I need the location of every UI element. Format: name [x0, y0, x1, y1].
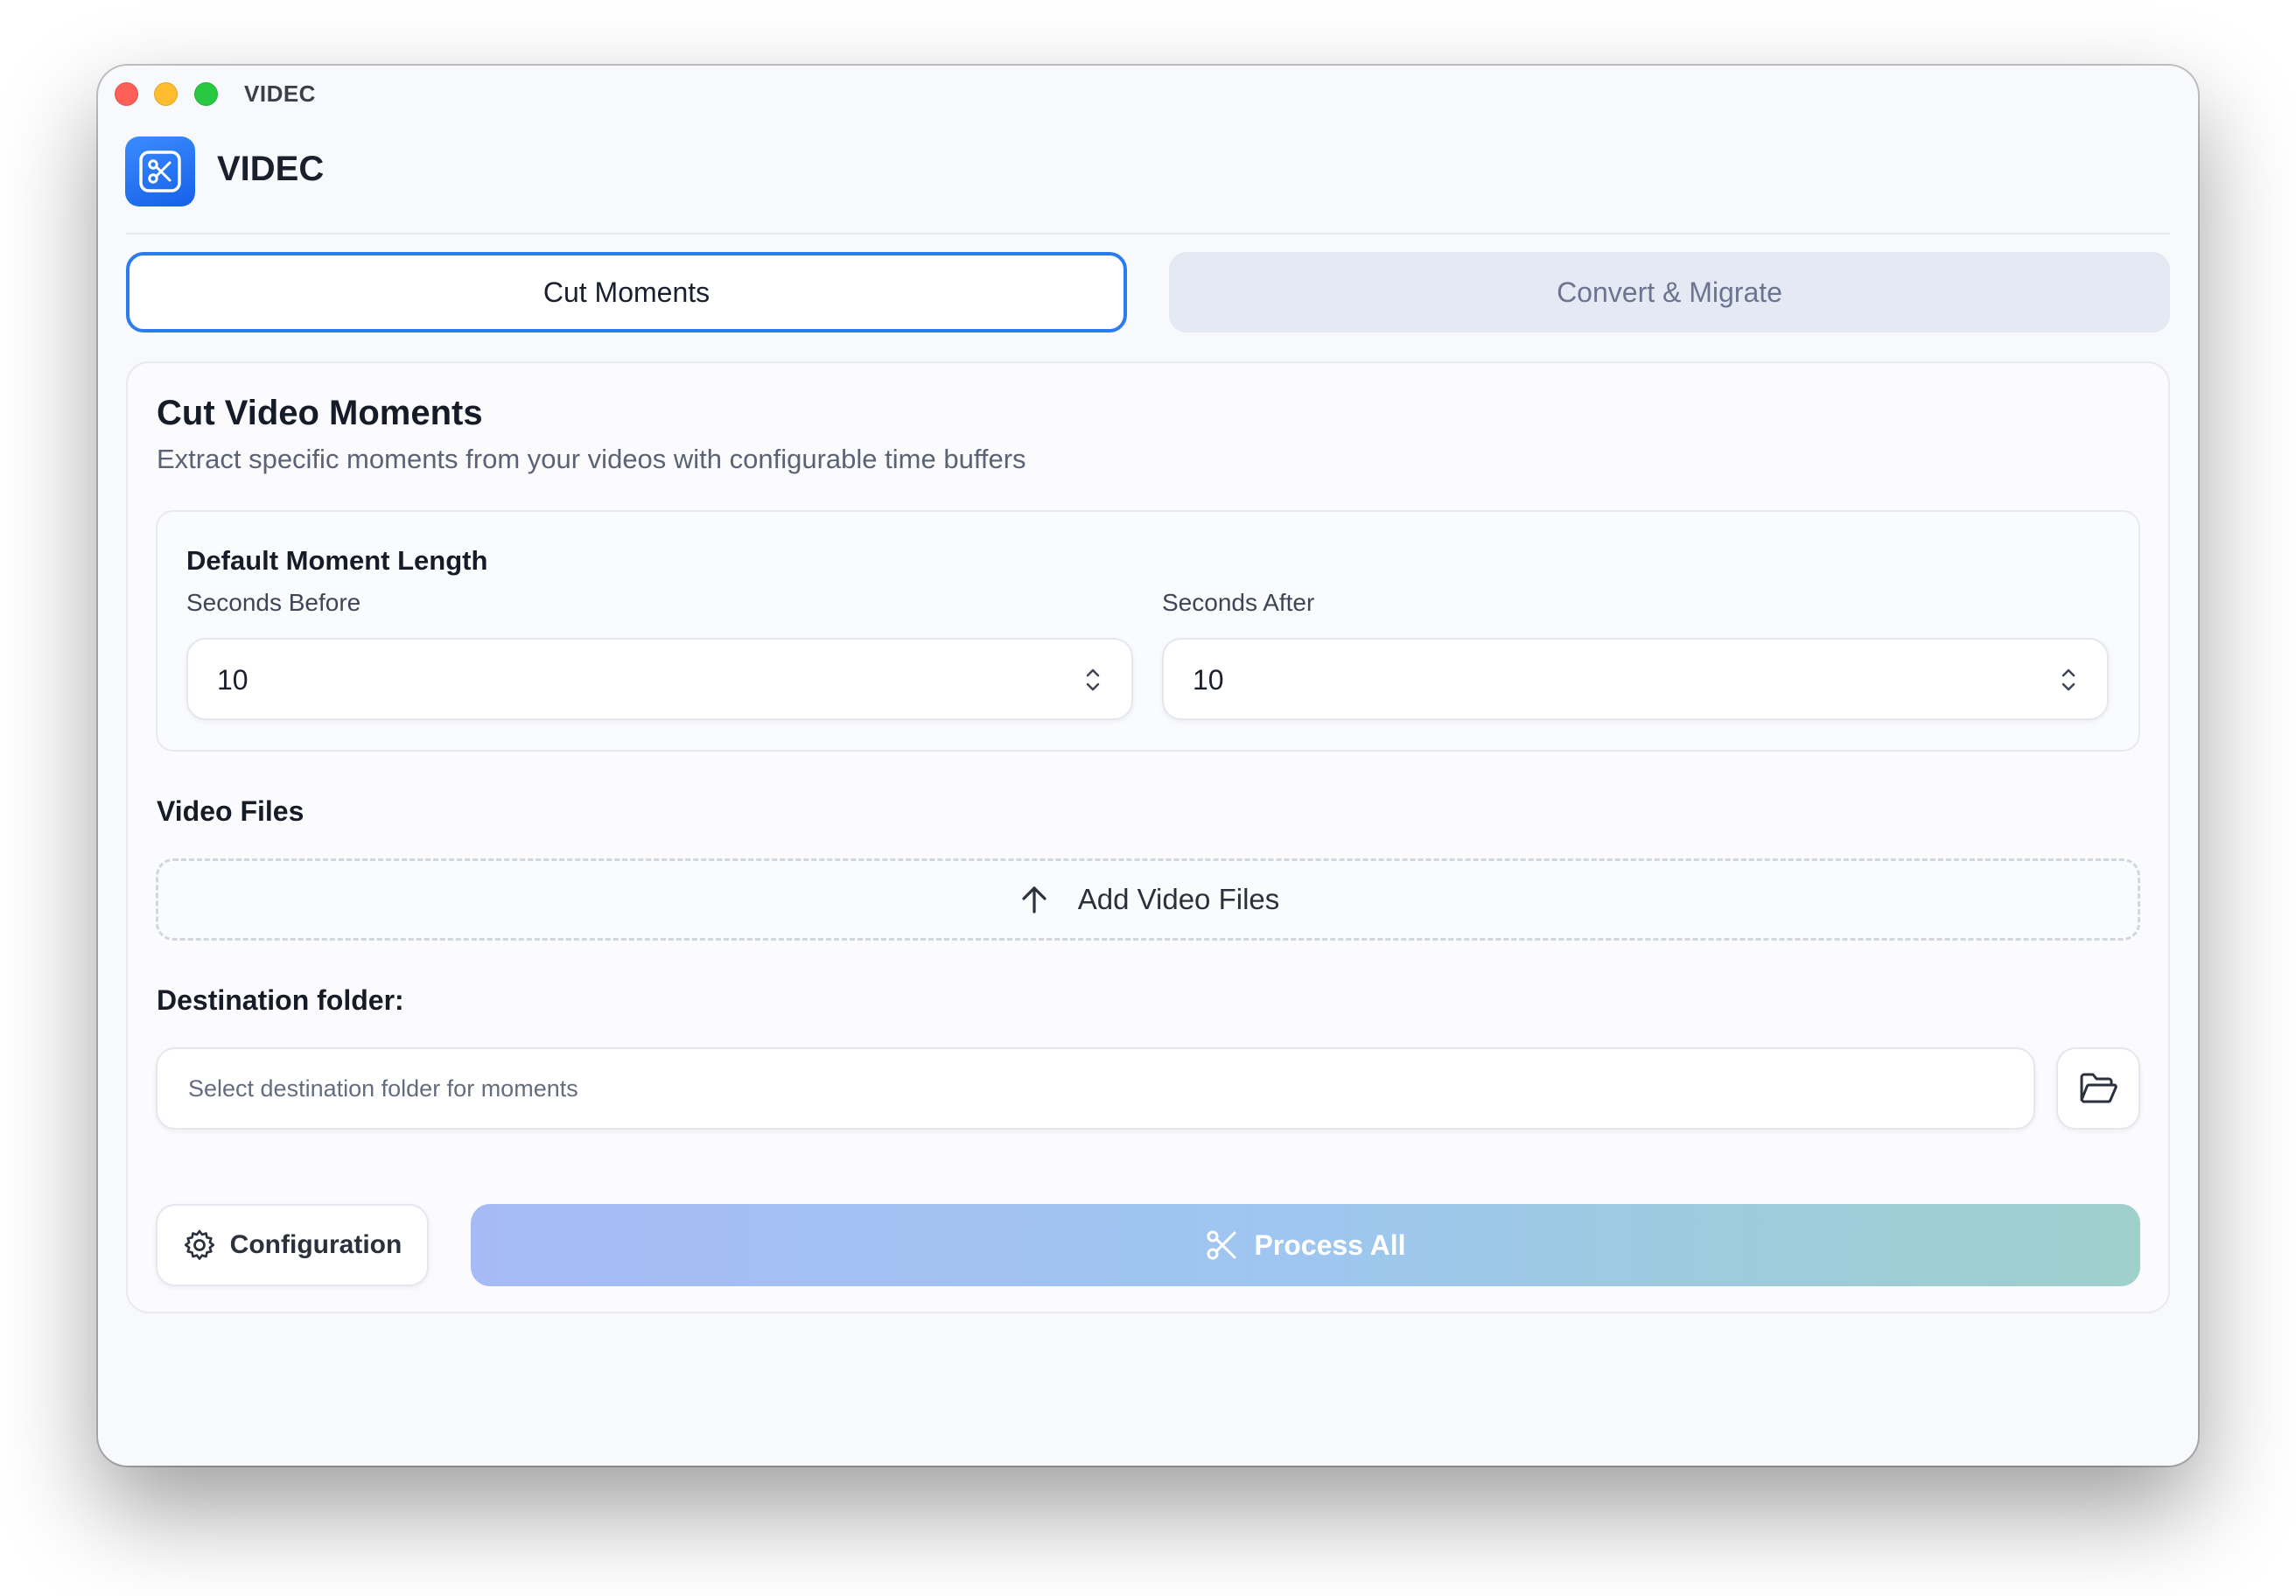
destination-folder-input[interactable]: Select destination folder for moments	[156, 1047, 2035, 1130]
window-title: VIDEC	[244, 80, 316, 107]
seconds-before-label: Seconds Before	[186, 589, 361, 616]
settings-title: Default Moment Length	[186, 545, 488, 576]
app-title: VIDEC	[217, 150, 325, 188]
tab-cut-moments[interactable]: Cut Moments	[126, 252, 1127, 332]
moment-length-settings: Default Moment Length Seconds Before Sec…	[156, 510, 2140, 752]
header-divider	[126, 233, 2170, 234]
seconds-after-label: Seconds After	[1162, 589, 1315, 616]
minimize-window-button[interactable]	[154, 82, 178, 106]
process-all-label: Process All	[1254, 1228, 1406, 1261]
zoom-window-button[interactable]	[194, 82, 218, 106]
process-all-button[interactable]: Process All	[471, 1204, 2140, 1286]
add-video-files-label: Add Video Files	[1077, 883, 1280, 915]
browse-folder-button[interactable]	[2056, 1047, 2140, 1130]
seconds-before-input[interactable]: 10	[186, 638, 1133, 720]
scissors-icon	[139, 150, 181, 192]
app-window: VIDEC VIDEC Cut Moments Convert & Migrat…	[98, 66, 2198, 1466]
video-files-label: Video Files	[157, 795, 304, 827]
scissors-icon	[1207, 1230, 1236, 1260]
card-subtitle: Extract specific moments from your video…	[157, 444, 1026, 474]
configuration-button[interactable]: Configuration	[156, 1204, 429, 1286]
destination-folder-label: Destination folder:	[157, 984, 404, 1016]
destination-placeholder: Select destination folder for moments	[188, 1075, 578, 1102]
cut-moments-card: Cut Video Moments Extract specific momen…	[126, 361, 2170, 1313]
close-window-button[interactable]	[115, 82, 138, 106]
configuration-label: Configuration	[229, 1230, 402, 1259]
seconds-before-value: 10	[217, 664, 248, 696]
folder-open-icon	[2080, 1073, 2118, 1103]
seconds-after-value: 10	[1193, 664, 1224, 696]
chevron-up-down-icon[interactable]	[2058, 662, 2079, 697]
title-bar: VIDEC	[98, 66, 2198, 122]
tab-convert-migrate[interactable]: Convert & Migrate	[1169, 252, 2170, 332]
seconds-after-input[interactable]: 10	[1162, 638, 2109, 720]
gear-icon	[184, 1229, 214, 1260]
arrow-up-icon	[1022, 886, 1046, 914]
add-video-files-dropzone[interactable]: Add Video Files	[156, 858, 2140, 941]
chevron-up-down-icon[interactable]	[1082, 662, 1103, 697]
app-logo	[125, 136, 195, 206]
card-title: Cut Video Moments	[157, 394, 483, 432]
